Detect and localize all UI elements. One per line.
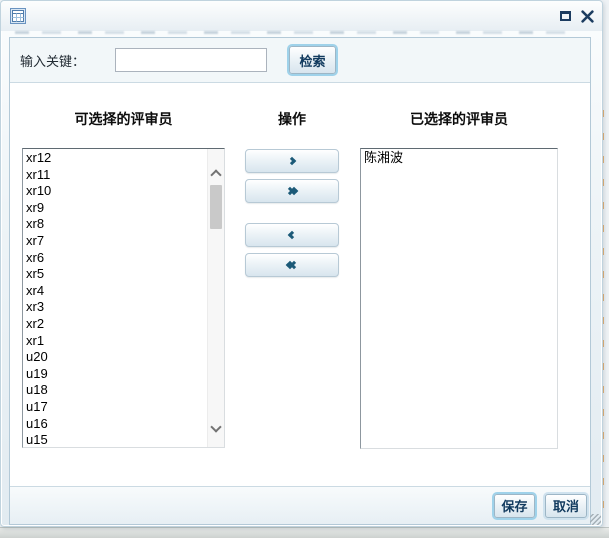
selected-reviewers-header: 已选择的评审员 — [360, 109, 558, 127]
chevron-left-icon — [288, 231, 296, 239]
maximize-button[interactable] — [558, 9, 572, 23]
dialog-titlebar — [1, 1, 602, 31]
keyword-input[interactable] — [115, 48, 267, 72]
available-reviewers-list[interactable]: xr12 xr11 xr10 xr9 xr8 xr7 xr6 xr5 — [22, 148, 225, 448]
list-item[interactable]: xr10 — [26, 183, 224, 200]
background-page-bottom — [0, 527, 609, 538]
list-item[interactable]: xr5 — [26, 266, 224, 283]
list-item[interactable]: xr11 — [26, 167, 224, 184]
list-item[interactable]: xr6 — [26, 250, 224, 267]
cancel-button[interactable]: 取消 — [545, 494, 587, 518]
resize-grip[interactable] — [590, 514, 601, 525]
list-item[interactable]: xr9 — [26, 200, 224, 217]
chevron-right-icon — [288, 157, 296, 165]
list-item[interactable]: xr7 — [26, 233, 224, 250]
list-item[interactable]: xr12 — [26, 150, 224, 167]
list-item[interactable]: xr8 — [26, 216, 224, 233]
scrollbar-thumb[interactable] — [210, 185, 222, 229]
list-item[interactable]: u17 — [26, 399, 224, 416]
list-item[interactable]: 陈湘波 — [364, 150, 557, 167]
available-reviewers-items: xr12 xr11 xr10 xr9 xr8 xr7 xr6 xr5 — [23, 149, 224, 448]
list-item[interactable]: u15 — [26, 432, 224, 448]
list-item[interactable]: u20 — [26, 349, 224, 366]
transfer-area: 可选择的评审员 操作 已选择的评审员 xr12 xr11 xr10 xr9 xr… — [10, 83, 590, 486]
list-item[interactable]: xr1 — [26, 333, 224, 350]
selected-reviewers-list[interactable]: 陈湘波 — [360, 148, 558, 449]
list-item[interactable]: u18 — [26, 382, 224, 399]
search-toolbar: 输入关键： 检索 — [10, 38, 590, 83]
move-all-right-button[interactable] — [245, 179, 339, 203]
background-bleed-decoration — [15, 31, 581, 34]
selected-reviewers-items: 陈湘波 — [361, 149, 557, 167]
move-right-button[interactable] — [245, 149, 339, 173]
list-item[interactable]: xr3 — [26, 299, 224, 316]
close-button[interactable] — [580, 9, 594, 23]
keyword-label: 输入关键： — [20, 51, 85, 70]
list-item[interactable]: xr4 — [26, 283, 224, 300]
scroll-down-icon[interactable] — [210, 421, 221, 432]
dialog-footer: 保存 取消 — [10, 486, 590, 524]
reviewer-select-dialog: 输入关键： 检索 可选择的评审员 操作 已选择的评审员 xr12 xr11 xr… — [0, 0, 603, 527]
list-item[interactable]: u19 — [26, 366, 224, 383]
scroll-up-icon[interactable] — [210, 169, 221, 180]
search-button[interactable]: 检索 — [289, 46, 336, 74]
save-button[interactable]: 保存 — [494, 494, 535, 518]
maximize-icon — [560, 11, 571, 21]
move-all-left-button[interactable] — [245, 253, 339, 277]
list-item[interactable]: xr2 — [26, 316, 224, 333]
move-left-button[interactable] — [245, 223, 339, 247]
available-reviewers-header: 可选择的评审员 — [22, 109, 225, 127]
list-scrollbar[interactable] — [207, 149, 224, 447]
actions-header: 操作 — [245, 109, 339, 127]
dialog-body: 输入关键： 检索 可选择的评审员 操作 已选择的评审员 xr12 xr11 xr… — [9, 37, 591, 525]
list-item[interactable]: u16 — [26, 416, 224, 433]
table-grid-icon — [10, 8, 26, 24]
close-icon — [581, 10, 594, 23]
